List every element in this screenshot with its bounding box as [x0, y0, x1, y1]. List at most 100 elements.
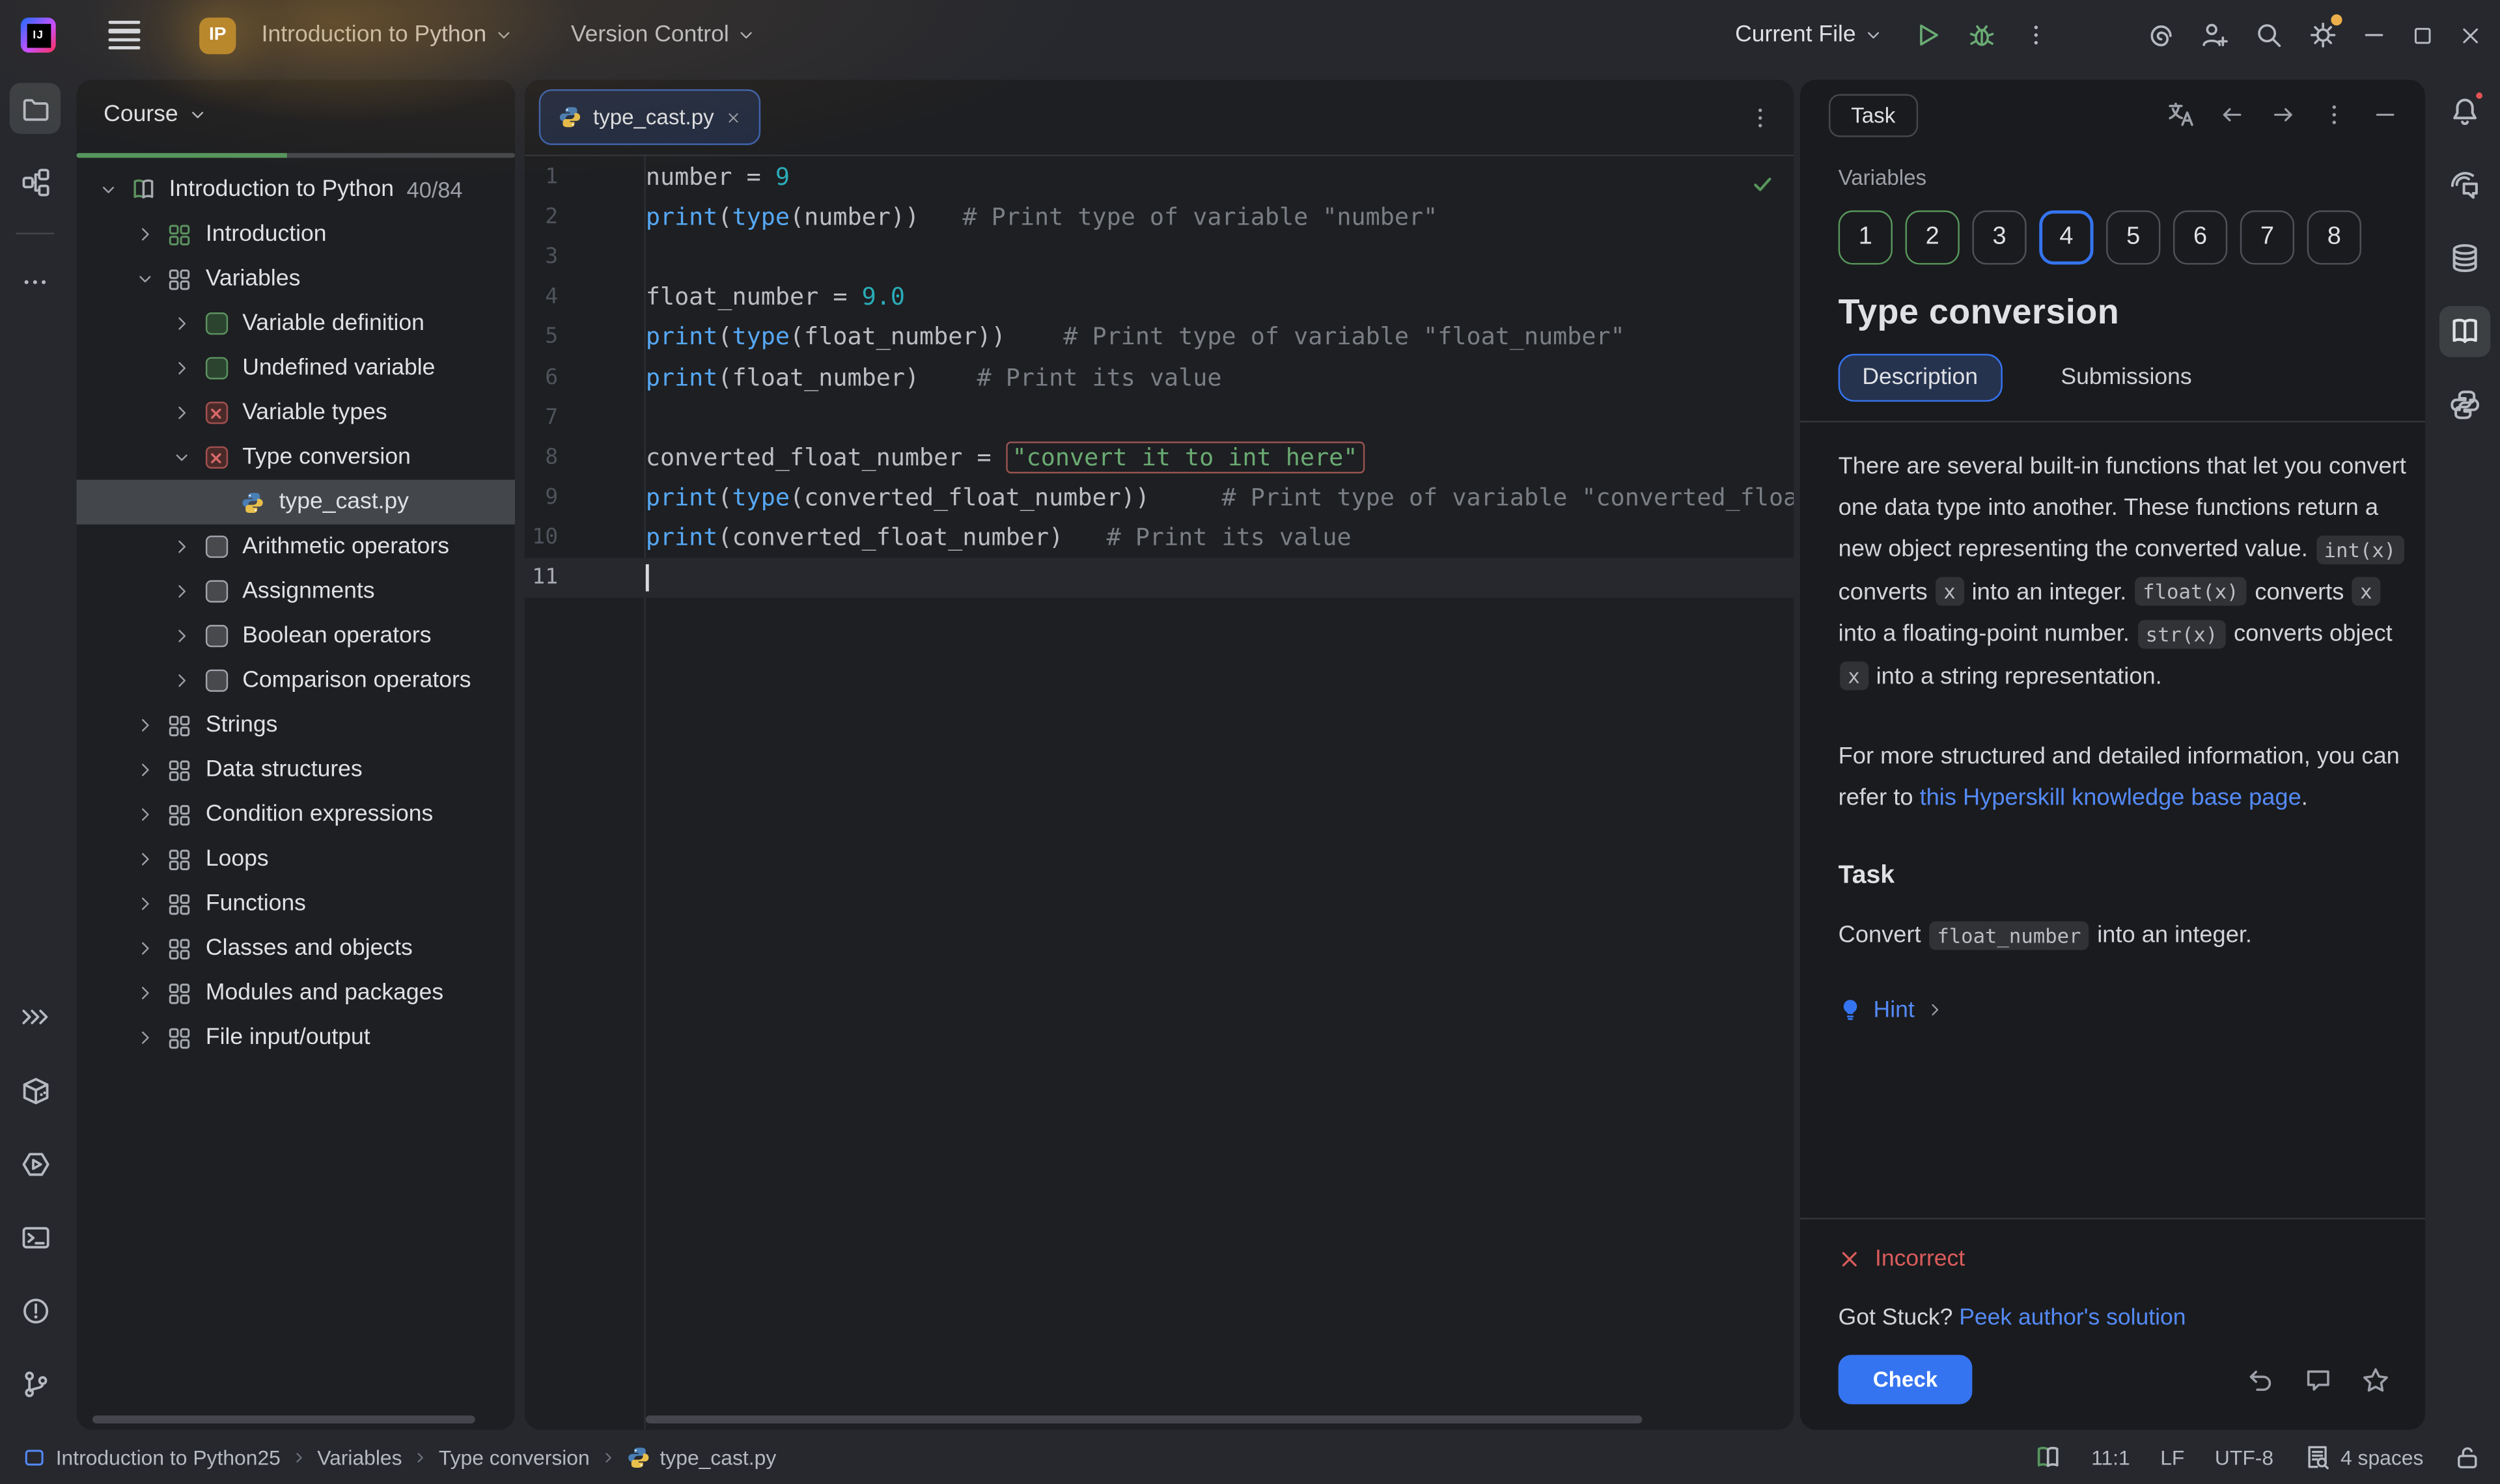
- answer-placeholder[interactable]: "convert it to int here": [1006, 441, 1364, 473]
- tab-description[interactable]: Description: [1839, 354, 2002, 402]
- python-packages-icon[interactable]: [10, 1065, 61, 1116]
- tree-item-type-cast-py[interactable]: type_cast.py: [77, 480, 515, 525]
- tree-item-classes-and-objects[interactable]: Classes and objects: [77, 926, 515, 971]
- code-line-6[interactable]: 6print(float_number) # Print its value: [525, 357, 1794, 397]
- code-line-7[interactable]: 7: [525, 397, 1794, 437]
- tree-item-strings[interactable]: Strings: [77, 703, 515, 748]
- terminal-icon[interactable]: [10, 1211, 61, 1262]
- translate-icon[interactable]: [2160, 94, 2202, 135]
- chevron-down-icon[interactable]: [96, 180, 121, 199]
- code-line-4[interactable]: 4float_number = 9.0: [525, 277, 1794, 317]
- chevron-down-icon[interactable]: [132, 269, 158, 288]
- chevron-right-icon[interactable]: [132, 983, 158, 1002]
- chevron-right-icon[interactable]: [132, 849, 158, 868]
- course-scrollbar[interactable]: [92, 1416, 475, 1423]
- chevron-right-icon[interactable]: [132, 225, 158, 243]
- more-actions-icon[interactable]: [2009, 8, 2063, 62]
- git-branch-icon[interactable]: [10, 1358, 61, 1409]
- caret-position[interactable]: 11:1: [2091, 1446, 2130, 1470]
- task-book-icon[interactable]: [2439, 306, 2490, 357]
- comment-icon[interactable]: [2298, 1359, 2339, 1401]
- run-config-selector[interactable]: Current File: [1724, 14, 1894, 56]
- ai-chat-icon[interactable]: [2439, 159, 2490, 210]
- chevron-right-icon[interactable]: [169, 537, 195, 556]
- line-separator[interactable]: LF: [2160, 1446, 2184, 1470]
- code-line-10[interactable]: 10print(converted_float_number) # Print …: [525, 517, 1794, 558]
- tree-item-condition-expressions[interactable]: Condition expressions: [77, 792, 515, 837]
- code-with-me-icon[interactable]: [2188, 8, 2242, 62]
- notifications-bell-icon[interactable]: [2439, 86, 2490, 137]
- check-button[interactable]: Check: [1839, 1355, 1973, 1405]
- chevron-right-icon[interactable]: [132, 760, 158, 779]
- editor-scrollbar[interactable]: [646, 1416, 1643, 1423]
- task-options-icon[interactable]: [2313, 94, 2355, 135]
- code-line-2[interactable]: 2print(type(number)) # Print type of var…: [525, 197, 1794, 237]
- expand-tool-windows-icon[interactable]: [10, 991, 61, 1042]
- inspections-ok-icon[interactable]: [1751, 172, 1775, 196]
- search-everywhere-icon[interactable]: [2242, 8, 2296, 62]
- editor-tab[interactable]: type_cast.py: [539, 89, 760, 145]
- chevron-right-icon[interactable]: [132, 716, 158, 735]
- task-tool-tab[interactable]: Task: [1829, 93, 1918, 136]
- task-step-1[interactable]: 1: [1839, 210, 1893, 264]
- project-selector[interactable]: Introduction to Python: [250, 14, 524, 56]
- file-encoding[interactable]: UTF-8: [2215, 1446, 2273, 1470]
- run-button[interactable]: [1900, 8, 1954, 62]
- ai-assistant-icon[interactable]: [2133, 8, 2188, 62]
- task-step-2[interactable]: 2: [1906, 210, 1960, 264]
- course-panel-header[interactable]: Course: [77, 79, 515, 150]
- tree-item-introduction[interactable]: Introduction: [77, 212, 515, 257]
- code-line-3[interactable]: 3: [525, 236, 1794, 277]
- breadcrumb-item-type-cast-py[interactable]: type_cast.py: [626, 1446, 776, 1470]
- task-step-3[interactable]: 3: [1972, 210, 2026, 264]
- window-close-button[interactable]: [2446, 8, 2493, 62]
- code-line-11[interactable]: 11: [525, 558, 1794, 598]
- task-step-4[interactable]: 4: [2039, 210, 2093, 264]
- chevron-right-icon[interactable]: [169, 314, 195, 333]
- chevron-right-icon[interactable]: [169, 671, 195, 690]
- tree-item-loops[interactable]: Loops: [77, 837, 515, 882]
- project-tool-window-button[interactable]: [10, 83, 61, 133]
- tab-options-icon[interactable]: [1747, 104, 1773, 130]
- python-tool-icon[interactable]: [2439, 379, 2490, 430]
- chevron-right-icon[interactable]: [132, 894, 158, 913]
- close-icon[interactable]: [725, 109, 741, 125]
- peek-solution-link[interactable]: Peek author's solution: [1959, 1306, 2186, 1331]
- debug-button[interactable]: [1954, 8, 2008, 62]
- tree-item-undefined-variable[interactable]: Undefined variable: [77, 346, 515, 391]
- main-menu-icon[interactable]: [97, 8, 151, 62]
- tree-item-modules-and-packages[interactable]: Modules and packages: [77, 970, 515, 1015]
- chevron-right-icon[interactable]: [169, 582, 195, 601]
- tree-item-variable-types[interactable]: Variable types: [77, 391, 515, 435]
- code-line-5[interactable]: 5print(type(float_number)) # Print type …: [525, 317, 1794, 357]
- tree-item-assignments[interactable]: Assignments: [77, 569, 515, 614]
- structure-tool-window-button[interactable]: [10, 156, 61, 207]
- chevron-right-icon[interactable]: [169, 626, 195, 645]
- tree-item-functions[interactable]: Functions: [77, 881, 515, 926]
- chevron-right-icon[interactable]: [132, 805, 158, 824]
- chevron-right-icon[interactable]: [169, 404, 195, 422]
- task-step-5[interactable]: 5: [2106, 210, 2160, 264]
- task-step-7[interactable]: 7: [2240, 210, 2294, 264]
- tree-item-file-input-output[interactable]: File input/output: [77, 1015, 515, 1060]
- chevron-right-icon[interactable]: [132, 939, 158, 957]
- window-minimize-button[interactable]: [2350, 8, 2398, 62]
- tree-item-comparison-operators[interactable]: Comparison operators: [77, 658, 515, 703]
- code-editor[interactable]: 1number = 92print(type(number)) # Print …: [525, 156, 1794, 1430]
- star-icon[interactable]: [2355, 1359, 2396, 1401]
- problems-icon[interactable]: [10, 1285, 61, 1336]
- tree-item-boolean-operators[interactable]: Boolean operators: [77, 614, 515, 659]
- code-line-1[interactable]: 1number = 9: [525, 156, 1794, 197]
- file-lock-icon[interactable]: [2454, 1444, 2481, 1472]
- code-line-9[interactable]: 9print(type(converted_float_number)) # P…: [525, 477, 1794, 517]
- task-step-6[interactable]: 6: [2173, 210, 2227, 264]
- breadcrumb-item-type-conversion[interactable]: Type conversion: [439, 1446, 590, 1470]
- next-task-icon[interactable]: [2262, 94, 2304, 135]
- more-tool-windows-icon[interactable]: [10, 256, 61, 307]
- python-console-icon[interactable]: [10, 1138, 61, 1189]
- reset-icon[interactable]: [2240, 1359, 2282, 1401]
- vcs-menu[interactable]: Version Control: [560, 14, 768, 56]
- previous-task-icon[interactable]: [2212, 94, 2253, 135]
- hint-button[interactable]: Hint: [1839, 997, 2403, 1023]
- hyperskill-link[interactable]: this Hyperskill knowledge base page: [1920, 785, 2301, 810]
